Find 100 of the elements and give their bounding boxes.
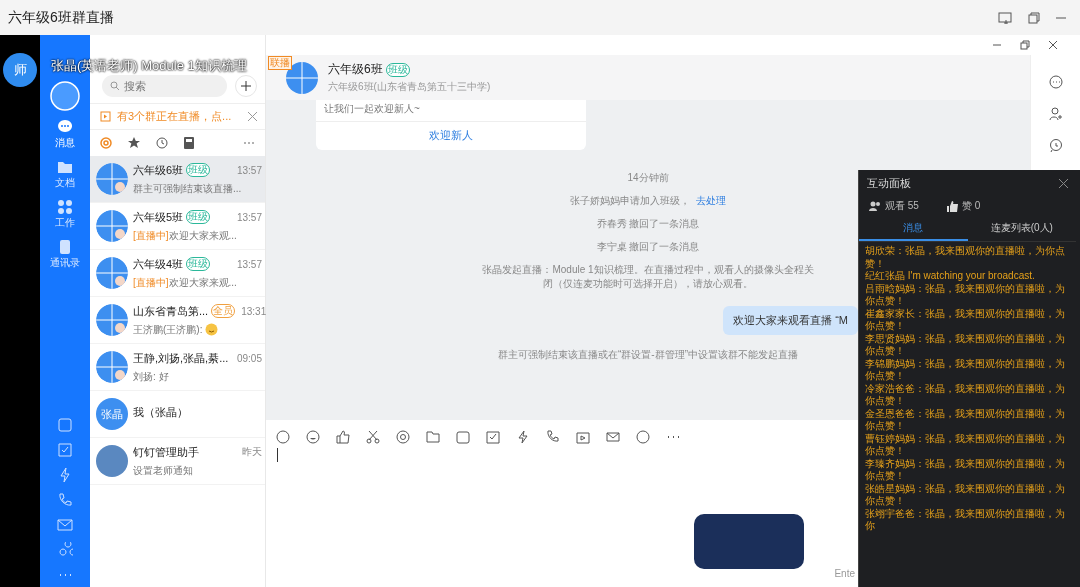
chat-name: 我（张晶） [133, 404, 188, 420]
chat-name: 六年级4班 [133, 256, 184, 272]
live-prefix: [直播中] [133, 275, 169, 290]
chat-preview: 刘扬: 好 [133, 369, 169, 384]
chat-time: 昨天 [242, 445, 262, 459]
chat-preview: 群主可强制结束该直播... [133, 181, 242, 196]
close-icon[interactable] [1048, 40, 1058, 50]
phone-icon[interactable] [546, 430, 560, 444]
system-message: 群主可强制结束该直播或在“群设置-群管理”中设置该群不能发起直播 [498, 348, 798, 362]
contacts-icon [57, 239, 73, 255]
system-message: 乔春秀 撤回了一条消息 [596, 217, 700, 231]
checkbox-icon[interactable] [486, 430, 500, 444]
comment: 李臻齐妈妈：张晶，我来围观你的直播啦，为你点赞！ [865, 457, 1066, 483]
plus-icon [241, 81, 251, 91]
system-message: 张子娇妈妈申请加入班级， [570, 194, 690, 208]
mail-icon[interactable] [57, 517, 73, 533]
folder-icon[interactable] [426, 430, 440, 444]
chat-list-item[interactable]: 六年级5班 班级 13:57 [直播中]欢迎大家来观... [90, 203, 265, 250]
nav-item[interactable]: 通讯录 [50, 239, 80, 270]
chat-time: 13:57 [236, 211, 262, 223]
mail-icon[interactable] [606, 430, 620, 444]
panel-tab[interactable]: 连麦列表(0人) [967, 221, 1076, 241]
people-icon [869, 201, 881, 211]
smiley-icon[interactable] [306, 430, 320, 444]
video-icon[interactable] [576, 430, 590, 444]
thumbs-up-icon [946, 200, 958, 212]
teacher-avatar: 师 [3, 53, 37, 87]
comment: 吕雨晗妈妈：张晶，我来围观你的直播啦，为你点赞！ [865, 282, 1066, 308]
tag: 班级 [186, 257, 211, 271]
comment: 金圣恩爸爸：张晶，我来围观你的直播啦，为你点赞！ [865, 407, 1066, 433]
text-cursor [277, 448, 278, 462]
message-bubble: 欢迎大家来观看直播 “M [723, 306, 858, 335]
comment: 崔鑫家家长：张晶，我来围观你的直播啦，为你点赞！ [865, 307, 1066, 333]
star-icon[interactable] [128, 137, 140, 149]
restore-icon[interactable] [1020, 40, 1030, 50]
chat-time: 13:57 [236, 258, 262, 270]
folder-icon [57, 159, 73, 175]
close-icon[interactable] [1059, 179, 1068, 188]
group-subtitle: 六年级6班(山东省青岛第五十三中学) [328, 80, 491, 94]
chat-list-item[interactable]: 张晶 我（张晶） [90, 391, 265, 438]
restore-icon[interactable] [1028, 11, 1040, 24]
tag: 班级 [186, 163, 211, 177]
comment: 李思贤妈妈：张晶，我来围观你的直播啦，为你点赞！ [865, 332, 1066, 358]
lightning-icon[interactable] [57, 467, 73, 483]
chat-list-item[interactable]: 钉钉管理助手 昨天 设置老师通知 [90, 438, 265, 485]
viewer-count: 观看 55 [885, 199, 919, 213]
tag: 班级 [186, 210, 211, 224]
chat-bubble-icon[interactable] [1048, 139, 1063, 153]
calculator-icon[interactable] [184, 137, 194, 149]
scissors-icon[interactable] [366, 430, 380, 444]
chat-name: 钉钉管理助手 [133, 444, 199, 460]
thumbs-up-icon[interactable] [336, 430, 350, 444]
chat-name: 六年级5班 [133, 209, 184, 225]
group-avatar-icon [96, 210, 128, 242]
chat-time: 13:31 [241, 305, 267, 317]
panel-title: 互动面板 [867, 176, 911, 191]
nav-item[interactable]: 工作 [55, 199, 75, 230]
welcome-link[interactable]: 欢迎新人 [316, 121, 586, 150]
chat-list-item[interactable]: 六年级4班 班级 13:57 [直播中]欢迎大家来观... [90, 250, 265, 297]
system-message: 张晶发起直播：Module 1知识梳理。在直播过程中，观看人的摄像头全程关闭（仅连麦功能时可选择开启），请放心观看。 [481, 263, 815, 291]
clock-icon[interactable] [156, 137, 168, 149]
like-count: 赞 0 [961, 199, 981, 213]
comment: 张皓星妈妈：张晶，我来围观你的直播啦，为你点赞！ [865, 482, 1066, 508]
panel-tab[interactable]: 消息 [859, 221, 968, 241]
chat-preview: 设置老师通知 [133, 463, 193, 478]
photo-placeholder [96, 445, 128, 477]
chat-icon [57, 119, 73, 135]
group-avatar-icon [96, 351, 128, 383]
tag: 全员 [211, 304, 236, 318]
system-message: 李宁桌 撤回了一条消息 [596, 240, 700, 254]
tag: 班级 [385, 62, 410, 77]
lightning-icon[interactable] [516, 430, 530, 444]
comment: 纪红张晶 I'm watching your broadcast. [865, 270, 1036, 283]
comment: 张翊宇爸爸：张晶，我来围观你的直播啦，为你 [865, 507, 1066, 533]
banner-text: 有3个群正在直播，点... [117, 109, 233, 124]
comment: 冷家浩爸爸：张晶，我来围观你的直播啦，为你点赞！ [865, 382, 1066, 408]
chat-list-item[interactable]: 山东省青岛第... 全员 13:31 王济鹏(王济鹏): [90, 297, 265, 344]
more-icon[interactable] [1048, 75, 1063, 89]
group-avatar-icon [96, 257, 128, 289]
chat-time: 13:57 [236, 164, 262, 176]
chat-time: 09:05 [236, 352, 262, 364]
nav-item[interactable]: 文档 [55, 159, 75, 190]
chat-list-item[interactable]: 六年级6班 班级 13:57 群主可强制结束该直播... [90, 156, 265, 203]
nav-item[interactable]: 消息 [55, 119, 75, 150]
live-icon [100, 111, 111, 122]
phone-icon[interactable] [57, 492, 73, 508]
live-tag: 联播 [268, 55, 292, 70]
group-title: 六年级6班 [328, 61, 383, 78]
add-button[interactable] [235, 75, 257, 97]
process-link[interactable]: 去处理 [696, 194, 726, 208]
chat-name: 山东省青岛第... [133, 303, 209, 319]
chat-list-item[interactable]: 王静,刘扬,张晶,綦... 09:05 刘扬: 好 [90, 344, 265, 391]
search-field[interactable]: 搜索 [102, 75, 227, 97]
send-hint: Ente [834, 568, 855, 579]
chat-name: 王静,刘扬,张晶,綦... [133, 350, 229, 366]
welcome-text: 让我们一起欢迎新人~ [323, 102, 421, 116]
chat-preview: 王济鹏(王济鹏): [133, 322, 203, 337]
avatar-icon[interactable] [50, 81, 80, 111]
comment: 李锦鹏妈妈：张晶，我来围观你的直播啦，为你点赞！ [865, 357, 1066, 383]
add-person-icon[interactable] [1048, 107, 1063, 121]
